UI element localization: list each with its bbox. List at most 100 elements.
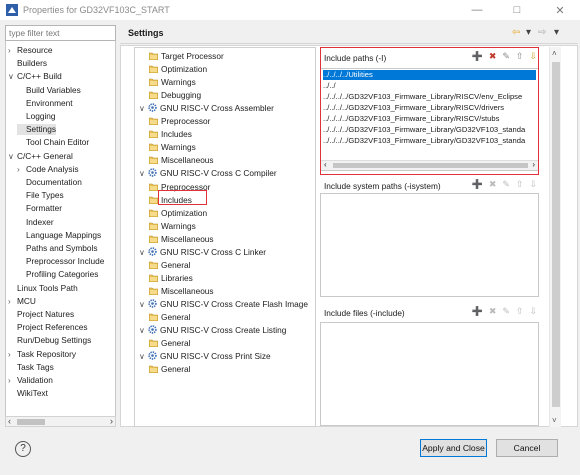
tool-item-optimization[interactable]: Optimization [148,64,207,75]
move-down-icon[interactable]: ⇩ [529,179,537,190]
nav-item-preprocessor-include[interactable]: Preprocessor Include [17,256,104,267]
nav-item-formatter[interactable]: Formatter [17,203,62,214]
nav-item-linux-tools-path[interactable]: Linux Tools Path [8,283,78,294]
add-icon[interactable]: ➕ [472,179,483,190]
nav-item-mcu[interactable]: › MCU [8,296,36,307]
delete-icon[interactable]: ✖ [489,179,497,190]
nav-item-build-variables[interactable]: Build Variables [17,85,81,96]
nav-item-project-natures[interactable]: Project Natures [8,309,74,320]
tool-item-miscellaneous[interactable]: Miscellaneous [148,286,214,297]
filter-input[interactable] [5,25,116,41]
nav-item-logging[interactable]: Logging [17,111,56,122]
scroll-thumb[interactable] [17,419,45,425]
menu-chevron-icon[interactable]: ▾ [554,27,559,38]
tool-item-miscellaneous[interactable]: Miscellaneous [148,155,214,166]
tool-item-gnu-risc-v-cross-print-size[interactable]: ∨ GNU RISC-V Cross Print Size [139,351,271,362]
tool-item-gnu-risc-v-cross-c-compiler[interactable]: ∨ GNU RISC-V Cross C Compiler [139,168,277,179]
nav-item-environment[interactable]: Environment [17,98,73,109]
move-down-icon[interactable]: ⇩ [529,306,537,317]
expand-toggle-icon[interactable]: › [8,45,17,56]
tool-item-gnu-risc-v-cross-create-flash-image[interactable]: ∨ GNU RISC-V Cross Create Flash Image [139,299,308,310]
folder-icon [148,183,159,191]
add-icon[interactable]: ➕ [472,306,483,317]
nav-item-paths-and-symbols[interactable]: Paths and Symbols [17,243,97,254]
nav-item-indexer[interactable]: Indexer [17,217,54,228]
expand-toggle-icon[interactable]: ∨ [8,71,17,82]
tool-item-includes[interactable]: Includes [148,129,192,140]
tool-item-debugging[interactable]: Debugging [148,90,201,101]
expand-toggle-icon[interactable]: ∨ [8,151,17,162]
nav-item-tool-chain-editor[interactable]: Tool Chain Editor [17,137,89,148]
tool-item-optimization[interactable]: Optimization [148,208,207,219]
expand-toggle-icon[interactable]: › [17,164,26,175]
move-up-icon[interactable]: ⇧ [516,179,524,190]
tool-item-warnings[interactable]: Warnings [148,142,196,153]
tool-item-libraries[interactable]: Libraries [148,273,193,284]
expand-toggle-icon[interactable]: › [8,296,17,307]
chevron-down-icon[interactable]: ▾ [526,27,531,38]
tool-item-gnu-risc-v-cross-c-linker[interactable]: ∨ GNU RISC-V Cross C Linker [139,247,266,258]
nav-item-project-references[interactable]: Project References [8,322,88,333]
nav-item-run-debug-settings[interactable]: Run/Debug Settings [8,335,91,346]
nav-item-label: Linux Tools Path [17,282,78,293]
nav-item-wikitext[interactable]: WikiText [8,388,48,399]
edit-icon[interactable]: ✎ [502,179,510,190]
nav-item-resource[interactable]: › Resource [8,45,53,56]
forward-arrow-icon[interactable]: ⇨ [538,27,546,38]
delete-icon[interactable]: ✖ [489,306,497,317]
move-up-icon[interactable]: ⇧ [516,306,524,317]
scroll-thumb[interactable] [552,62,560,407]
nav-item-validation[interactable]: › Validation [8,375,53,386]
help-button[interactable]: ? [15,441,31,457]
tool-item-target-processor[interactable]: Target Processor [148,51,224,62]
cancel-button[interactable]: Cancel [496,439,558,457]
collapse-toggle-icon[interactable]: ∨ [139,351,148,362]
back-arrow-icon[interactable]: ⇦ [512,27,520,38]
folder-icon [148,196,159,204]
tool-item-gnu-risc-v-cross-assembler[interactable]: ∨ GNU RISC-V Cross Assembler [139,103,274,114]
collapse-toggle-icon[interactable]: ∨ [139,247,148,258]
scroll-left-icon[interactable]: ‹ [8,416,11,426]
include-system-list[interactable] [320,193,539,297]
nav-item-file-types[interactable]: File Types [17,190,64,201]
nav-item-code-analysis[interactable]: › Code Analysis [17,164,79,175]
nav-item-task-repository[interactable]: › Task Repository [8,349,76,360]
nav-item-profiling-categories[interactable]: Profiling Categories [17,269,98,280]
collapse-toggle-icon[interactable]: ∨ [139,325,148,336]
nav-item-c-c-general[interactable]: ∨ C/C++ General [8,151,73,162]
tool-item-general[interactable]: General [148,260,191,271]
tool-item-warnings[interactable]: Warnings [148,77,196,88]
tool-item-general[interactable]: General [148,338,191,349]
nav-item-language-mappings[interactable]: Language Mappings [17,230,101,241]
maximize-button[interactable]: □ [502,0,532,20]
close-button[interactable]: ✕ [545,0,575,20]
edit-icon[interactable]: ✎ [502,306,510,317]
scroll-right-icon[interactable]: › [110,416,113,426]
collapse-toggle-icon[interactable]: ∨ [139,168,148,179]
nav-item-documentation[interactable]: Documentation [17,177,82,188]
nav-item-label: Validation [17,375,53,385]
nav-item-label: File Types [26,190,64,201]
nav-item-settings[interactable]: Settings [17,124,56,136]
tool-item-general[interactable]: General [148,364,191,375]
tool-item-gnu-risc-v-cross-create-listing[interactable]: ∨ GNU RISC-V Cross Create Listing [139,325,286,336]
apply-and-close-button[interactable]: Apply and Close [420,439,487,457]
nav-item-c-c-build[interactable]: ∨ C/C++ Build [8,71,62,82]
scroll-down-icon[interactable]: ˅ [552,416,557,425]
minimize-button[interactable]: — [462,0,492,20]
scroll-up-icon[interactable]: ˄ [552,49,557,58]
nav-horizontal-scrollbar[interactable]: ‹ › [5,416,116,427]
tool-item-warnings[interactable]: Warnings [148,221,196,232]
folder-icon [148,91,159,100]
tool-item-general[interactable]: General [148,312,191,323]
collapse-toggle-icon[interactable]: ∨ [139,299,148,310]
collapse-toggle-icon[interactable]: ∨ [139,103,148,114]
nav-item-task-tags[interactable]: Task Tags [8,362,54,373]
settings-vertical-scrollbar[interactable]: ˄ ˅ [549,47,561,427]
tool-item-miscellaneous[interactable]: Miscellaneous [148,234,214,245]
include-files-list[interactable] [320,322,539,426]
expand-toggle-icon[interactable]: › [8,349,17,360]
expand-toggle-icon[interactable]: › [8,375,17,386]
tool-item-preprocessor[interactable]: Preprocessor [148,116,210,127]
nav-item-builders[interactable]: Builders [8,58,47,69]
